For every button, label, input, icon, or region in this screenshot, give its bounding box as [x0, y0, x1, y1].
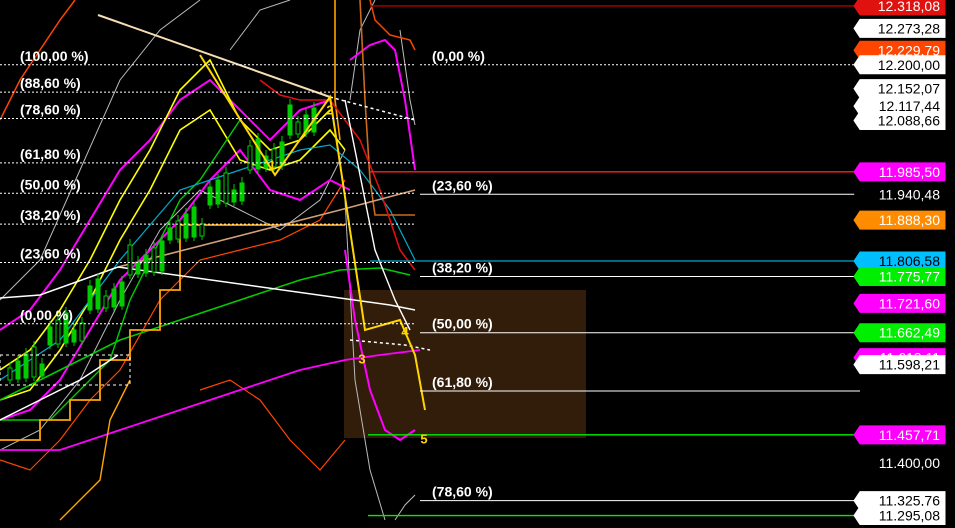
candle-body	[39, 363, 45, 377]
candle-body	[15, 360, 21, 380]
fib-left-label: (61,80 %)	[20, 146, 81, 162]
price-tag: 11.775,77	[853, 266, 946, 286]
price-tag: 11.598,21	[853, 355, 946, 375]
fib-right-label: (23,60 %)	[432, 177, 493, 193]
price-tag: 12.152,07	[853, 79, 946, 99]
candle-body	[135, 261, 141, 275]
wave-label-1: 1	[268, 157, 275, 172]
price-tag-value: 12.200,00	[878, 57, 940, 73]
candle-body	[111, 288, 117, 308]
fib-right-label: (61,80 %)	[432, 374, 493, 390]
candle-body	[47, 326, 53, 346]
fib-left-label: (50,00 %)	[20, 176, 81, 192]
price-tag-value: 12.318,08	[878, 0, 940, 14]
candle-body	[119, 281, 125, 307]
fib-left-label: (88,60 %)	[20, 75, 81, 91]
candle-body	[143, 254, 149, 274]
candle-body	[295, 121, 301, 135]
stock-chart: (100,00 %) (88,60 %) (78,60 %) (61,80 %) (50…	[0, 0, 955, 528]
fib-left-label: (23,60 %)	[20, 246, 81, 262]
price-tag-value: 11.400,00	[879, 455, 940, 471]
candle-body	[199, 223, 205, 237]
price-tag: 12.273,28	[853, 18, 946, 38]
fib-left-label: (0,00 %)	[20, 307, 73, 323]
price-tag: 11.888,30	[853, 210, 946, 230]
price-tag-value: 11.940,48	[879, 186, 940, 202]
price-tag: 11.721,60	[853, 293, 946, 313]
candle-body	[95, 278, 101, 310]
candle-body	[87, 285, 93, 311]
price-tag-value: 11.295,08	[879, 508, 940, 524]
price-tag-value: 11.598,21	[879, 357, 940, 373]
fib-left-label: (78,60 %)	[20, 102, 81, 118]
price-tag: 11.662,49	[853, 323, 946, 343]
candle-body	[71, 329, 77, 343]
price-tag-value: 11.721,60	[879, 295, 940, 311]
price-tag-value: 11.985,50	[879, 164, 940, 180]
price-tag: 11.295,08	[853, 506, 946, 526]
candle-body	[7, 367, 13, 381]
price-tag: 12.117,44	[853, 96, 946, 116]
candle-body	[215, 179, 221, 205]
candle-body	[191, 206, 197, 238]
candle-body	[31, 346, 37, 378]
price-tag-value: 12.117,44	[879, 98, 940, 114]
fib-right-label: (50,00 %)	[432, 316, 493, 332]
candle-body	[151, 247, 157, 273]
price-tag-value: 12.152,07	[878, 81, 940, 97]
price-tag-value: 11.888,30	[879, 212, 940, 228]
price-tag-value: 11.662,49	[879, 325, 940, 341]
candle-body	[287, 104, 293, 136]
fib-right-label: (38,20 %)	[432, 259, 493, 275]
price-tag: 12.318,08	[853, 0, 946, 16]
price-tag: 11.457,71	[853, 425, 946, 445]
fib-right-label: (0,00 %)	[432, 48, 485, 64]
fib-left-label: (100,00 %)	[20, 48, 88, 64]
price-tag-value: 11.457,71	[879, 427, 940, 443]
price-tag: 11.985,50	[853, 162, 946, 182]
price-tag: 12.200,00	[853, 55, 946, 75]
candle-body	[79, 322, 85, 342]
candle-body	[223, 172, 229, 204]
candle-body	[247, 145, 253, 171]
candle-body	[23, 353, 29, 379]
candle-body	[231, 189, 237, 203]
price-tag: 11.400,00	[854, 454, 945, 473]
price-tag-value: 11.775,77	[879, 268, 940, 284]
price-tag-value: 12.273,28	[878, 20, 940, 36]
fib-right-label: (78,60 %)	[432, 484, 493, 500]
wave-label-4: 4	[401, 324, 409, 339]
price-tag-value: 11.806,58	[879, 253, 940, 269]
wave-label-2: 2	[326, 103, 333, 118]
wave-label-3: 3	[358, 352, 365, 367]
candle-body	[239, 182, 245, 202]
price-tag: 11.940,48	[854, 185, 945, 204]
fib-left-label: (38,20 %)	[20, 207, 81, 223]
candle-body	[167, 227, 173, 241]
candle-body	[183, 213, 189, 239]
candle-body	[127, 244, 133, 276]
candle-body	[207, 186, 213, 206]
candle-body	[159, 240, 165, 272]
candle-body	[103, 295, 109, 309]
wave-label-5: 5	[420, 431, 427, 446]
candle-body	[255, 138, 261, 170]
